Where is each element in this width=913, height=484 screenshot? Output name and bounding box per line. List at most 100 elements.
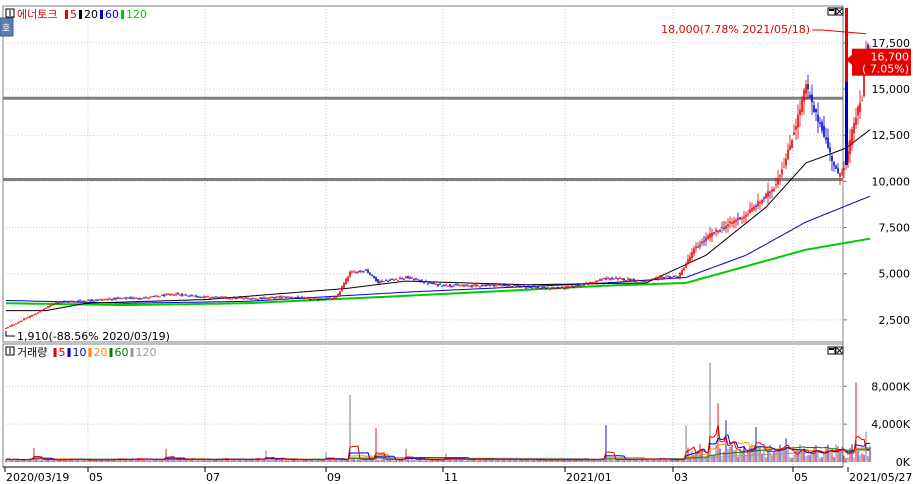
candle-body bbox=[77, 300, 79, 302]
candle-body bbox=[693, 248, 695, 254]
candle-body bbox=[61, 302, 63, 304]
candle-body bbox=[679, 272, 681, 279]
candle-body bbox=[205, 296, 207, 298]
candle-body bbox=[849, 139, 851, 155]
candle-body bbox=[511, 286, 513, 288]
candle-body bbox=[771, 189, 773, 192]
candle-body bbox=[831, 156, 833, 162]
candle-body bbox=[585, 282, 587, 284]
candle-body bbox=[379, 281, 381, 284]
candle-body bbox=[451, 286, 453, 288]
candle-body bbox=[469, 285, 471, 287]
candle-body bbox=[135, 297, 137, 299]
candle-body bbox=[731, 222, 733, 224]
candle-body bbox=[133, 297, 135, 299]
candle-body bbox=[311, 298, 313, 300]
candle-body bbox=[351, 271, 353, 273]
legend-label: 120 bbox=[136, 346, 157, 359]
legend-swatch bbox=[53, 348, 57, 357]
candle-body bbox=[215, 296, 217, 298]
candle-body bbox=[485, 284, 487, 287]
candle-body bbox=[829, 147, 831, 153]
candle-body bbox=[329, 297, 331, 299]
candle-body bbox=[431, 282, 433, 284]
candle-body bbox=[391, 279, 393, 281]
candle-body bbox=[357, 271, 359, 273]
candle-body bbox=[543, 287, 545, 289]
candle-body bbox=[579, 284, 581, 287]
candle-body bbox=[681, 269, 683, 276]
candle-body bbox=[71, 300, 73, 303]
candle-body bbox=[315, 298, 317, 300]
candle-body bbox=[115, 297, 117, 300]
x-tick-label: 05 bbox=[89, 471, 103, 484]
candle-body bbox=[791, 140, 793, 148]
candle-body bbox=[433, 283, 435, 285]
candle-body bbox=[145, 297, 147, 299]
candle-body bbox=[741, 218, 743, 220]
candle-body bbox=[153, 296, 155, 298]
volume-tick-label: 4,000K bbox=[871, 418, 910, 431]
candle-body bbox=[17, 322, 19, 324]
candle-body bbox=[201, 296, 203, 298]
candle-body bbox=[501, 285, 503, 287]
high-annotation: 18,000(7.78% 2021/05/18) bbox=[661, 23, 810, 36]
x-tick-label: 2020/03/19 bbox=[6, 471, 69, 484]
candle-body bbox=[705, 237, 707, 242]
candle-body bbox=[117, 297, 119, 299]
candle-body bbox=[715, 229, 717, 232]
candle-body bbox=[729, 221, 731, 224]
candle-body bbox=[449, 284, 451, 287]
candle-body bbox=[479, 286, 481, 288]
candle-body bbox=[399, 278, 401, 280]
candle-body bbox=[779, 175, 781, 177]
candle-body bbox=[313, 298, 315, 300]
candle-body bbox=[323, 298, 325, 300]
candle-body bbox=[523, 286, 525, 288]
candle-body bbox=[27, 317, 29, 319]
candle-body bbox=[647, 279, 649, 281]
legend-swatch bbox=[67, 348, 71, 357]
candle-body bbox=[79, 300, 81, 302]
current-change: ( 7.05%) bbox=[862, 63, 909, 76]
candle-body bbox=[675, 276, 677, 278]
candle-body bbox=[859, 102, 861, 112]
legend-label: 20 bbox=[94, 346, 108, 359]
candle-body bbox=[625, 280, 627, 282]
candle-body bbox=[415, 278, 417, 280]
candle-body bbox=[129, 297, 131, 299]
candle-body bbox=[237, 297, 239, 299]
candle-body bbox=[653, 278, 655, 280]
candle-body bbox=[809, 95, 811, 97]
candle-body bbox=[835, 165, 837, 169]
candle-body bbox=[309, 299, 311, 301]
candle-body bbox=[565, 286, 567, 289]
candle-body bbox=[193, 295, 195, 297]
candle-body bbox=[235, 298, 237, 300]
price-tick-label: 2,500 bbox=[879, 314, 911, 327]
candle-body bbox=[369, 272, 371, 275]
candle-body bbox=[15, 323, 17, 325]
candle-body bbox=[659, 276, 661, 278]
candle-body bbox=[699, 245, 701, 247]
candle-body bbox=[489, 284, 491, 287]
legend-label: 20 bbox=[84, 8, 98, 21]
candle-body bbox=[317, 299, 319, 301]
candle-body bbox=[173, 295, 175, 297]
candle-body bbox=[277, 296, 279, 298]
candle-body bbox=[481, 284, 483, 286]
candle-body bbox=[627, 278, 629, 280]
candle-body bbox=[271, 297, 273, 299]
candle-body bbox=[169, 294, 171, 296]
candle-body bbox=[799, 109, 801, 115]
candle-body bbox=[707, 235, 709, 239]
candle-body bbox=[807, 84, 809, 90]
legend-label: 5 bbox=[70, 8, 77, 21]
candle-body bbox=[677, 276, 679, 279]
candle-body bbox=[443, 284, 445, 286]
candle-body bbox=[171, 293, 173, 295]
candle-body bbox=[327, 297, 329, 299]
candle-body bbox=[473, 284, 475, 286]
candle-body bbox=[541, 287, 543, 289]
candle-body bbox=[257, 299, 259, 301]
